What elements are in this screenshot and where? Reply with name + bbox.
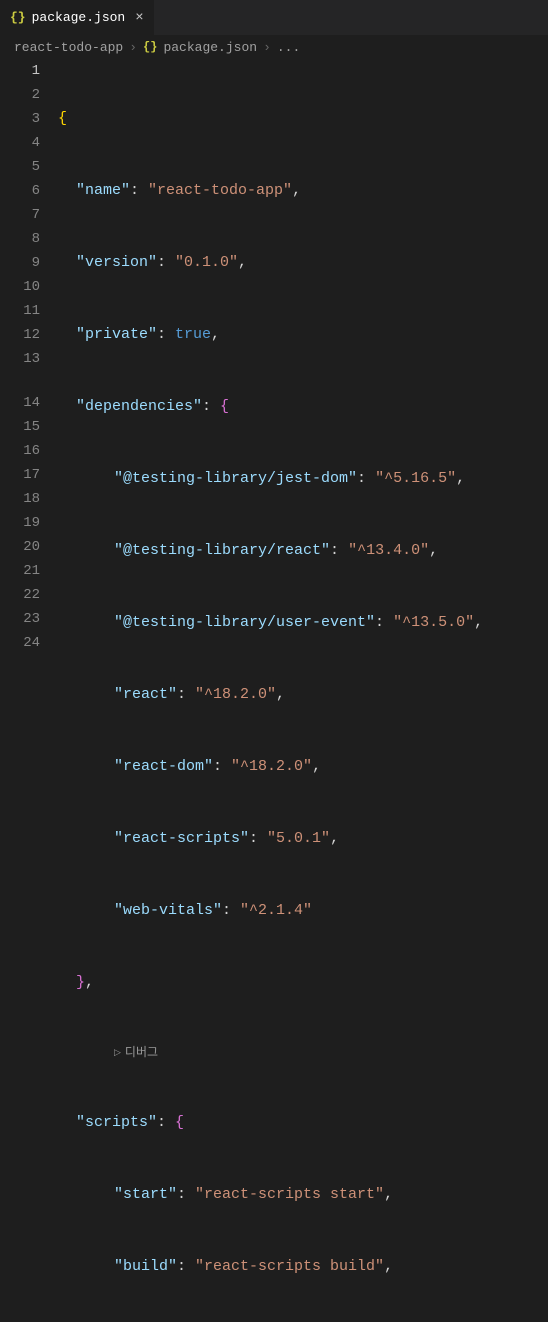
line-gutter: 1 2 3 4 5 6 7 8 9 10 11 12 13 14 15 16 1… xyxy=(0,59,58,1322)
line-number: 18 xyxy=(0,487,40,511)
chevron-right-icon: › xyxy=(129,40,137,55)
line-number: 24 xyxy=(0,631,40,655)
line-number: 12 xyxy=(0,323,40,347)
line-number: 7 xyxy=(0,203,40,227)
line-number: 14 xyxy=(0,391,40,415)
line-number: 23 xyxy=(0,607,40,631)
line-number: 15 xyxy=(0,415,40,439)
line-number: 4 xyxy=(0,131,40,155)
line-number: 1 xyxy=(0,59,40,83)
line-number: 21 xyxy=(0,559,40,583)
line-number: 5 xyxy=(0,155,40,179)
codelens-label: 디버그 xyxy=(125,1043,158,1063)
line-number: 13 xyxy=(0,347,40,371)
breadcrumb[interactable]: react-todo-app › {} package.json › ... xyxy=(0,35,548,59)
breadcrumb-root[interactable]: react-todo-app xyxy=(14,40,123,55)
debug-codelens[interactable]: ▷디버그 xyxy=(58,1043,548,1063)
json-file-icon: {} xyxy=(10,10,26,25)
breadcrumb-ellipsis[interactable]: ... xyxy=(277,40,300,55)
line-number: 3 xyxy=(0,107,40,131)
line-number: 2 xyxy=(0,83,40,107)
breadcrumb-file[interactable]: package.json xyxy=(163,40,257,55)
line-number: 8 xyxy=(0,227,40,251)
code-content[interactable]: { "name": "react-todo-app", "version": "… xyxy=(58,59,548,1322)
code-editor[interactable]: 1 2 3 4 5 6 7 8 9 10 11 12 13 14 15 16 1… xyxy=(0,59,548,1322)
tab-bar: {} package.json × xyxy=(0,0,548,35)
tab-label: package.json xyxy=(32,10,126,25)
play-icon: ▷ xyxy=(114,1043,121,1063)
json-file-icon: {} xyxy=(143,40,157,54)
line-number: 19 xyxy=(0,511,40,535)
line-number: 20 xyxy=(0,535,40,559)
line-number: 10 xyxy=(0,275,40,299)
close-icon[interactable]: × xyxy=(135,10,143,26)
chevron-right-icon: › xyxy=(263,40,271,55)
line-number: 17 xyxy=(0,463,40,487)
line-number: 6 xyxy=(0,179,40,203)
line-number: 9 xyxy=(0,251,40,275)
line-number: 22 xyxy=(0,583,40,607)
line-number: 16 xyxy=(0,439,40,463)
line-number: 11 xyxy=(0,299,40,323)
tab-package-json[interactable]: {} package.json × xyxy=(0,0,155,35)
